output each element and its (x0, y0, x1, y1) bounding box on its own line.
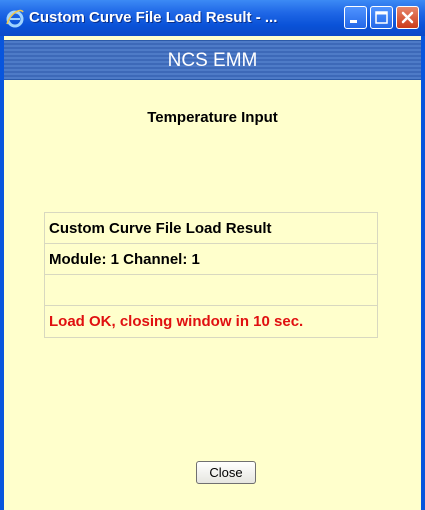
popup-content: NCS EMM Temperature Input Custom Curve F… (4, 36, 421, 510)
maximize-button[interactable] (370, 6, 393, 29)
empty-row (45, 275, 377, 306)
app-banner: NCS EMM (4, 40, 421, 80)
close-window-button[interactable] (396, 6, 419, 29)
maximize-icon (375, 11, 388, 24)
close-icon (401, 11, 414, 24)
close-button[interactable]: Close (196, 461, 256, 484)
title-bar[interactable]: Custom Curve File Load Result - ... (0, 0, 425, 36)
result-table: Custom Curve File Load Result Module: 1 … (44, 212, 378, 338)
banner-title: NCS EMM (167, 50, 258, 71)
internet-explorer-icon (6, 9, 24, 28)
window-title: Custom Curve File Load Result - ... (29, 9, 278, 26)
minimize-icon (350, 20, 357, 23)
result-heading: Custom Curve File Load Result (45, 213, 377, 244)
page-subtitle: Temperature Input (147, 109, 278, 126)
module-channel-info: Module: 1 Channel: 1 (45, 244, 377, 275)
load-status-message: Load OK, closing window in 10 sec. (49, 313, 304, 330)
browser-popup-window: Custom Curve File Load Result - ... NCS … (0, 0, 425, 510)
minimize-button[interactable] (344, 6, 367, 29)
